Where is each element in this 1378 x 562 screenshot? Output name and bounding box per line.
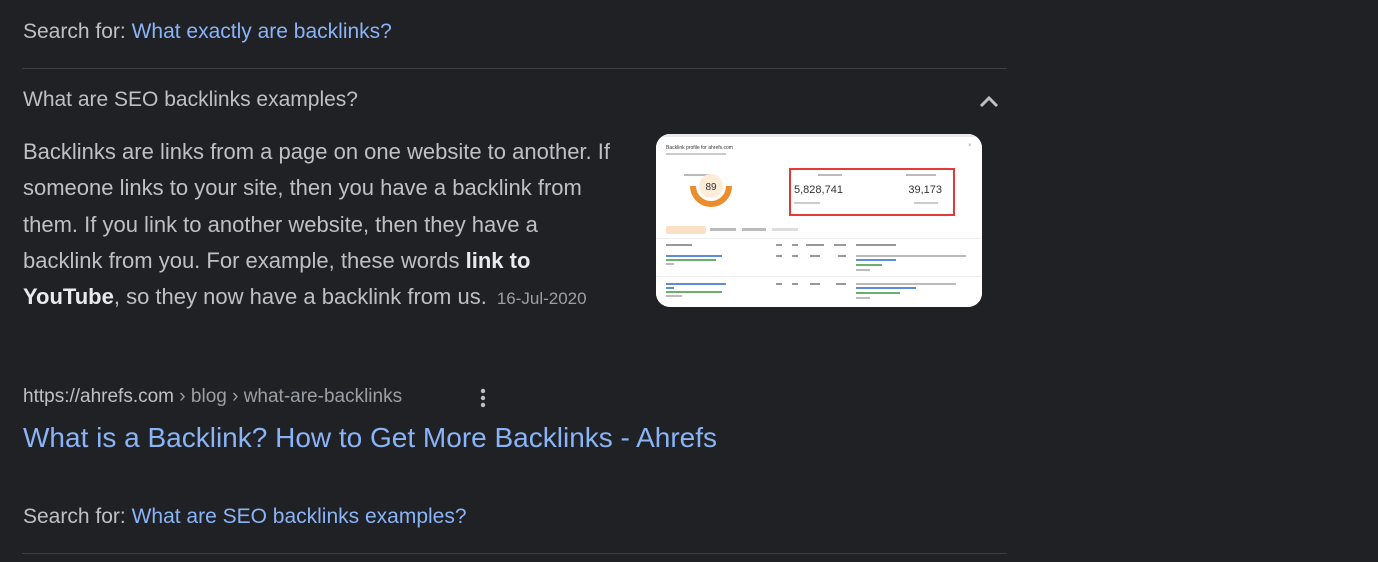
more-vert-icon[interactable] (476, 386, 490, 410)
thumb-referring-domains: 39,173 (908, 184, 942, 196)
answer-text-end: , so they now have a backlink from us. (113, 284, 487, 310)
svg-text:×: × (968, 143, 972, 149)
thumb-domain-rating: 89 (705, 182, 717, 193)
search-for-label: Search for: (23, 20, 126, 43)
answer-date: 16-Jul-2020 (496, 289, 587, 309)
result-path: › blog › what-are-backlinks (174, 386, 403, 407)
search-for-top: Search for: What exactly are backlinks? (23, 20, 392, 44)
thumb-header: Backlink profile for ahrefs.com (666, 145, 733, 151)
search-for-link-seo-examples[interactable]: What are SEO backlinks examples? (132, 505, 467, 528)
result-domain: https://ahrefs.com (23, 386, 175, 407)
search-for-link-what-exactly[interactable]: What exactly are backlinks? (132, 20, 392, 43)
accordion-question[interactable]: What are SEO backlinks examples? (23, 88, 358, 112)
search-for-bottom: Search for: What are SEO backlinks examp… (23, 505, 467, 529)
chevron-up-icon[interactable] (976, 90, 1002, 112)
divider (22, 553, 1007, 554)
result-breadcrumb[interactable]: https://ahrefs.com › blog › what-are-bac… (23, 386, 402, 408)
search-for-label: Search for: (23, 505, 126, 528)
accordion-answer: Backlinks are links from a page on one w… (23, 134, 613, 317)
answer-thumbnail-image[interactable]: Backlink profile for ahrefs.com × 89 5,8… (656, 134, 982, 307)
thumb-backlinks: 5,828,741 (794, 184, 843, 196)
result-title-link[interactable]: What is a Backlink? How to Get More Back… (23, 422, 717, 454)
divider (22, 68, 1007, 69)
thumbnail-graphic: Backlink profile for ahrefs.com × 89 5,8… (656, 134, 982, 307)
